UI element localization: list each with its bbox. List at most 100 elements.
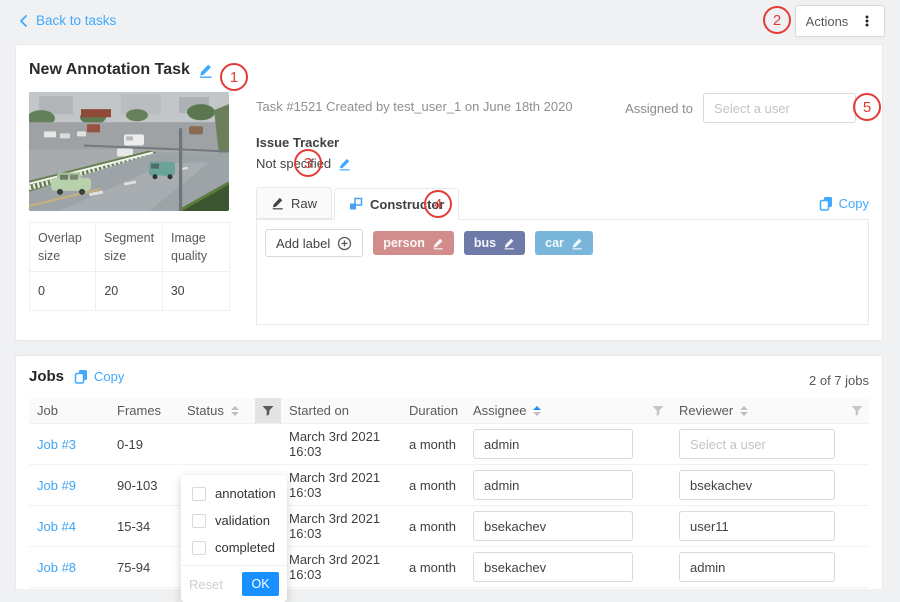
back-to-tasks-link[interactable]: Back to tasks (18, 13, 116, 28)
assigned-to-label: Assigned to (625, 101, 693, 116)
param-header-cell: Overlap size (30, 223, 96, 272)
sort-icon[interactable] (231, 406, 239, 416)
job-duration: a month (401, 437, 465, 452)
job-link[interactable]: Job #8 (37, 560, 76, 575)
task-meta: Task #1521 Created by test_user_1 on Jun… (256, 99, 573, 114)
column-header-status[interactable]: Status (179, 403, 255, 418)
task-details-card: New Annotation Task (15, 44, 883, 341)
annotation-circle-4: 4 (424, 190, 452, 218)
annotation-circle-5: 5 (853, 93, 881, 121)
tab-raw[interactable]: Raw (256, 187, 332, 219)
job-assignee-input[interactable] (473, 511, 633, 541)
issue-tracker-label: Issue Tracker (256, 135, 339, 150)
param-value-cell: 0 (30, 272, 96, 310)
label-tag-car[interactable]: car (535, 231, 593, 255)
job-row: Job #3 0-19 March 3rd 2021 16:03a month (29, 424, 869, 465)
label-constructor-panel: Add label person bus car (256, 220, 869, 325)
param-value-cell: 30 (163, 272, 229, 310)
checkbox[interactable] (192, 487, 206, 501)
job-started-on: March 3rd 2021 16:03 (281, 470, 401, 500)
job-reviewer-input[interactable] (679, 429, 835, 459)
filter-reset-button[interactable]: Reset (189, 577, 223, 592)
annotation-circle-1: 1 (220, 63, 248, 91)
job-assignee-input[interactable] (473, 429, 633, 459)
jobs-count: 2 of 7 jobs (809, 373, 869, 388)
filter-option-validation[interactable]: validation (181, 507, 287, 534)
edit-issue-tracker-icon[interactable] (338, 157, 351, 171)
actions-button[interactable]: Actions (795, 5, 885, 37)
filter-option-annotation[interactable]: annotation (181, 480, 287, 507)
column-header-started-on: Started on (281, 403, 401, 418)
column-header-reviewer[interactable]: Reviewer (671, 403, 843, 418)
job-assignee-input[interactable] (473, 470, 633, 500)
job-duration: a month (401, 560, 465, 575)
job-reviewer-input[interactable] (679, 552, 835, 582)
spacer (255, 424, 281, 464)
job-reviewer-input[interactable] (679, 511, 835, 541)
more-vertical-icon (860, 14, 874, 28)
pencil-icon (271, 196, 284, 210)
assignee-filter-icon[interactable] (645, 405, 671, 417)
param-header-cell: Segment size (96, 223, 163, 272)
sort-icon[interactable] (740, 406, 748, 416)
task-assignee-input[interactable] (703, 93, 856, 123)
job-frames: 90-103 (109, 478, 179, 493)
job-link[interactable]: Job #4 (37, 519, 76, 534)
params-table-values: 02030 (30, 272, 229, 310)
job-link[interactable]: Job #9 (37, 478, 76, 493)
job-frames: 0-19 (109, 437, 179, 452)
label-name: bus (474, 236, 496, 250)
edit-label-icon[interactable] (432, 237, 444, 250)
param-header-cell: Image quality (163, 223, 229, 272)
job-started-on: March 3rd 2021 16:03 (281, 429, 401, 459)
labels-row: Add label person bus car (265, 229, 860, 257)
edit-label-icon[interactable] (503, 237, 515, 250)
filter-ok-button[interactable]: OK (242, 572, 279, 596)
job-duration: a month (401, 478, 465, 493)
label-name: car (545, 236, 564, 250)
jobs-table: JobFramesStatusStarted onDurationAssigne… (29, 398, 869, 588)
add-label-button[interactable]: Add label (265, 229, 363, 257)
jobs-copy-button[interactable]: Copy (74, 369, 124, 384)
label-name: person (383, 236, 425, 250)
job-link[interactable]: Job #3 (37, 437, 76, 452)
label-tag-person[interactable]: person (373, 231, 454, 255)
job-started-on: March 3rd 2021 16:03 (281, 511, 401, 541)
reviewer-filter-icon[interactable] (843, 405, 867, 417)
annotation-circle-3: 3 (294, 149, 322, 177)
params-table-header: Overlap sizeSegment sizeImage quality (30, 223, 229, 272)
jobs-title: Jobs (29, 368, 64, 385)
param-value-cell: 20 (96, 272, 162, 310)
label-tag-bus[interactable]: bus (464, 231, 525, 255)
copy-icon (819, 196, 833, 211)
column-header-assignee[interactable]: Assignee (465, 403, 645, 418)
job-row: Job #875-94completed?March 3rd 2021 16:0… (29, 547, 869, 588)
column-header-frames: Frames (109, 403, 179, 418)
job-frames: 75-94 (109, 560, 179, 575)
labels-tabbar: Raw Constructor Copy (256, 187, 869, 220)
job-reviewer-input[interactable] (679, 470, 835, 500)
labels-copy-button[interactable]: Copy (819, 196, 869, 211)
params-table: Overlap sizeSegment sizeImage quality 02… (29, 222, 230, 311)
column-header-job: Job (29, 403, 109, 418)
job-row: Job #9 90-103 March 3rd 2021 16:03a month (29, 465, 869, 506)
sort-icon[interactable] (533, 406, 541, 416)
edit-title-icon[interactable] (198, 63, 213, 78)
jobs-card: Jobs Copy 2 of 7 jobs JobFramesStatus Sta… (15, 355, 883, 589)
job-row: Job #415-34March 3rd 2021 16:03a month (29, 506, 869, 547)
task-preview-image (29, 92, 229, 211)
checkbox[interactable] (192, 514, 206, 528)
plus-circle-icon (337, 236, 352, 251)
chevron-left-icon (18, 14, 29, 28)
annotation-circle-2: 2 (763, 6, 791, 34)
status-filter-dropdown: annotationvalidationcompleted Reset OK (181, 475, 287, 602)
copy-icon (74, 369, 88, 384)
status-filter-icon[interactable] (255, 398, 281, 423)
job-assignee-input[interactable] (473, 552, 633, 582)
block-icon (349, 197, 363, 211)
job-started-on: March 3rd 2021 16:03 (281, 552, 401, 582)
edit-label-icon[interactable] (571, 237, 583, 250)
filter-option-completed[interactable]: completed (181, 534, 287, 561)
checkbox[interactable] (192, 541, 206, 555)
job-duration: a month (401, 519, 465, 534)
